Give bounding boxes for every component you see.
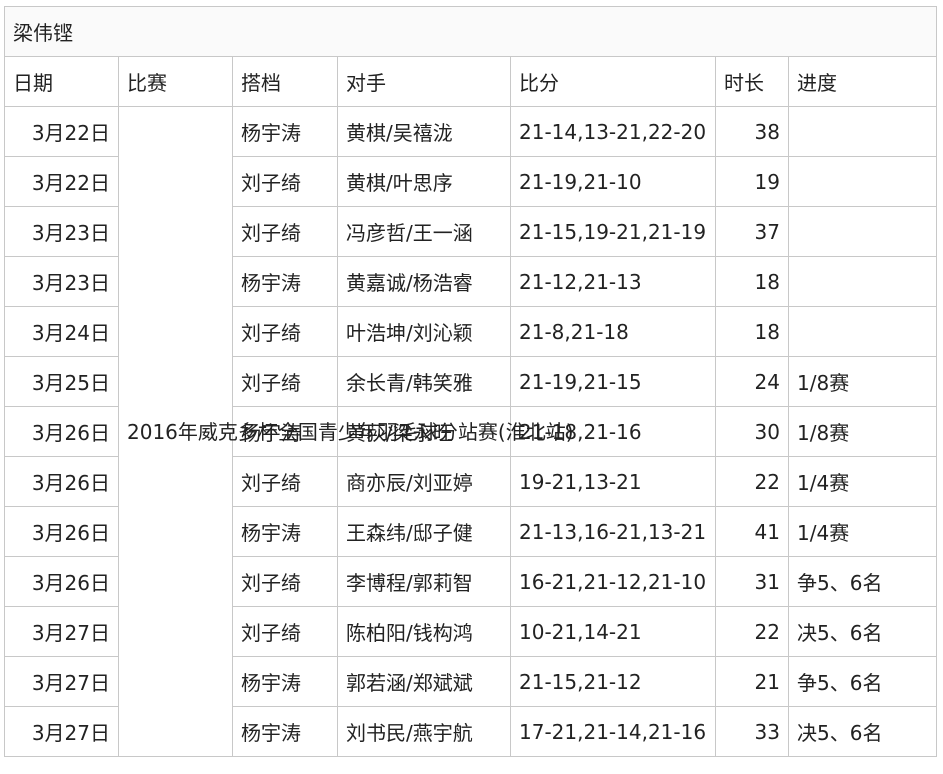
opponent-cell: 郭若涵/郑斌斌 [337, 656, 511, 707]
title-row: 梁伟铿 [4, 6, 937, 57]
duration-cell: 30 [715, 406, 789, 457]
partner-cell: 刘子绮 [232, 156, 338, 207]
score-cell: 16-21,21-12,21-10 [510, 556, 716, 607]
date-cell: 3月24日 [4, 306, 119, 357]
opponent-cell: 王森纬/邸子健 [337, 506, 511, 557]
table-title: 梁伟铿 [4, 6, 937, 57]
header-stage: 进度 [788, 56, 937, 107]
duration-cell: 24 [715, 356, 789, 407]
partner-cell: 刘子绮 [232, 456, 338, 507]
opponent-cell: 叶浩坤/刘沁颖 [337, 306, 511, 357]
opponent-cell: 黄棋/吴禧泷 [337, 106, 511, 157]
stage-cell: 决5、6名 [788, 606, 937, 657]
event-cell: 2016年威克多杯全国青少年羽毛球分站赛(淮北站) [118, 106, 574, 757]
header-partner: 搭档 [232, 56, 338, 107]
header-event: 比赛 [118, 56, 233, 107]
duration-cell: 22 [715, 606, 789, 657]
stage-cell: 1/8赛 [788, 406, 937, 457]
opponent-cell: 刘书民/燕宇航 [337, 706, 511, 757]
stage-cell: 争5、6名 [788, 656, 937, 707]
score-cell: 21-12,21-13 [510, 256, 716, 307]
stage-cell [788, 256, 937, 307]
duration-cell: 18 [715, 306, 789, 357]
header-row: 日期 比赛 搭档 对手 比分 时长 进度 [4, 56, 937, 107]
partner-cell: 刘子绮 [232, 206, 338, 257]
score-cell: 21-18,21-16 [510, 406, 716, 457]
score-cell: 10-21,14-21 [510, 606, 716, 657]
stage-cell: 1/4赛 [788, 456, 937, 507]
header-opponent: 对手 [337, 56, 511, 107]
score-cell: 21-14,13-21,22-20 [510, 106, 716, 157]
date-cell: 3月27日 [4, 706, 119, 757]
score-cell: 21-19,21-10 [510, 156, 716, 207]
opponent-cell: 商亦辰/刘亚婷 [337, 456, 511, 507]
date-cell: 3月23日 [4, 256, 119, 307]
score-cell: 17-21,21-14,21-16 [510, 706, 716, 757]
stage-cell [788, 206, 937, 257]
duration-cell: 22 [715, 456, 789, 507]
stage-cell: 争5、6名 [788, 556, 937, 607]
partner-cell: 杨宇涛 [232, 106, 338, 157]
date-cell: 3月27日 [4, 606, 119, 657]
header-duration: 时长 [715, 56, 789, 107]
table-row: 3月22日 2016年威克多杯全国青少年羽毛球分站赛(淮北站) 杨宇涛 黄棋/吴禧泷 2… [4, 106, 937, 757]
duration-cell: 19 [715, 156, 789, 207]
stage-cell [788, 156, 937, 207]
duration-cell: 21 [715, 656, 789, 707]
stage-cell [788, 106, 937, 157]
date-cell: 3月26日 [4, 406, 119, 457]
date-cell: 3月22日 [4, 156, 119, 207]
score-cell: 21-13,16-21,13-21 [510, 506, 716, 557]
stage-cell: 1/8赛 [788, 356, 937, 407]
score-cell: 21-15,19-21,21-19 [510, 206, 716, 257]
stage-cell [788, 306, 937, 357]
partner-cell: 刘子绮 [232, 556, 338, 607]
opponent-cell: 余长青/韩笑雅 [337, 356, 511, 407]
date-cell: 3月27日 [4, 656, 119, 707]
date-cell: 3月23日 [4, 206, 119, 257]
date-cell: 3月26日 [4, 556, 119, 607]
results-table: 梁伟铿 日期 比赛 搭档 对手 比分 时长 进度 3月22日 2016年威克多杯全… [4, 6, 937, 757]
date-cell: 3月26日 [4, 506, 119, 557]
duration-cell: 33 [715, 706, 789, 757]
duration-cell: 31 [715, 556, 789, 607]
stage-cell: 1/4赛 [788, 506, 937, 557]
opponent-cell: 黄嘉诚/杨浩睿 [337, 256, 511, 307]
stage-cell: 决5、6名 [788, 706, 937, 757]
score-cell: 19-21,13-21 [510, 456, 716, 507]
score-cell: 21-19,21-15 [510, 356, 716, 407]
partner-cell: 杨宇涛 [232, 656, 338, 707]
opponent-cell: 冯彦哲/王一涵 [337, 206, 511, 257]
partner-cell: 刘子绮 [232, 306, 338, 357]
opponent-cell: 李博程/郭莉智 [337, 556, 511, 607]
partner-cell: 刘子绮 [232, 606, 338, 657]
opponent-cell: 陈柏阳/钱构鸿 [337, 606, 511, 657]
date-cell: 3月22日 [4, 106, 119, 157]
score-cell: 21-15,21-12 [510, 656, 716, 707]
score-cell: 21-8,21-18 [510, 306, 716, 357]
date-cell: 3月26日 [4, 456, 119, 507]
header-date: 日期 [4, 56, 119, 107]
partner-cell: 杨宇涛 [232, 506, 338, 557]
duration-cell: 37 [715, 206, 789, 257]
duration-cell: 38 [715, 106, 789, 157]
partner-cell: 杨宇涛 [232, 706, 338, 757]
header-score: 比分 [510, 56, 716, 107]
date-cell: 3月25日 [4, 356, 119, 407]
partner-cell: 刘子绮 [232, 356, 338, 407]
opponent-cell: 黄棋/叶思序 [337, 156, 511, 207]
duration-cell: 41 [715, 506, 789, 557]
partner-cell: 杨宇涛 [232, 256, 338, 307]
duration-cell: 18 [715, 256, 789, 307]
table-body: 3月22日 2016年威克多杯全国青少年羽毛球分站赛(淮北站) 杨宇涛 黄棋/吴禧泷 2… [4, 106, 937, 757]
